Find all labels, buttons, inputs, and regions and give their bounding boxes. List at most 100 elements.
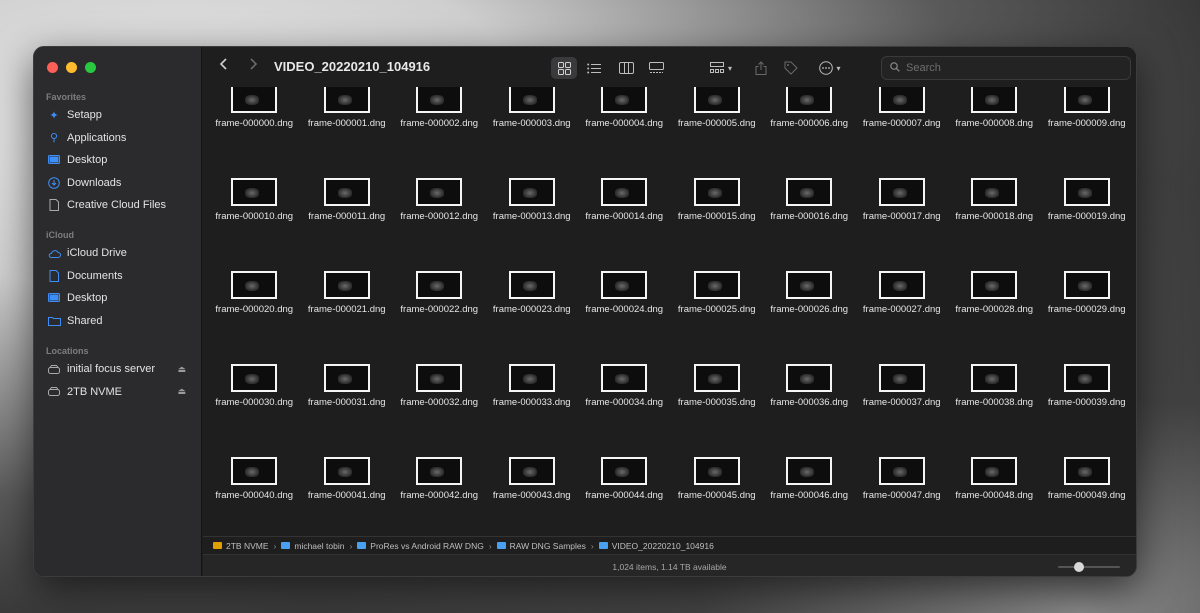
file-item[interactable]: frame-000045.dng xyxy=(671,417,764,510)
thumbnail-image xyxy=(233,273,276,297)
path-segment[interactable]: 2TB NVME xyxy=(213,541,269,551)
icon-size-slider[interactable] xyxy=(1058,562,1120,572)
file-item[interactable]: frame-000046.dng xyxy=(763,417,856,510)
file-item[interactable]: frame-000001.dng xyxy=(301,87,394,138)
file-item[interactable]: frame-000029.dng xyxy=(1041,231,1134,324)
file-item[interactable]: frame-000028.dng xyxy=(948,231,1041,324)
gallery-view-button[interactable] xyxy=(643,57,669,79)
file-item[interactable]: frame-000049.dng xyxy=(1041,417,1134,510)
file-item[interactable]: frame-000036.dng xyxy=(763,324,856,417)
file-item[interactable]: frame-000034.dng xyxy=(578,324,671,417)
file-item[interactable]: frame-000026.dng xyxy=(763,231,856,324)
file-item[interactable]: frame-000010.dng xyxy=(208,138,301,231)
sidebar-item-documents[interactable]: Documents xyxy=(34,265,202,288)
file-item[interactable]: frame-000027.dng xyxy=(856,231,949,324)
file-item[interactable]: frame-000021.dng xyxy=(301,231,394,324)
file-item[interactable]: frame-000041.dng xyxy=(301,417,394,510)
action-menu-button[interactable]: ▾ xyxy=(813,57,847,79)
file-item[interactable]: frame-000017.dng xyxy=(856,138,949,231)
file-name: frame-000039.dng xyxy=(1047,397,1126,408)
file-name: frame-000014.dng xyxy=(585,211,664,222)
file-item[interactable]: frame-000031.dng xyxy=(301,324,394,417)
eject-icon[interactable]: ⏏ xyxy=(177,364,186,375)
file-item[interactable]: frame-000047.dng xyxy=(856,417,949,510)
zoom-button[interactable] xyxy=(85,62,96,73)
file-item[interactable]: frame-000008.dng xyxy=(948,87,1041,138)
path-segment[interactable]: RAW DNG Samples xyxy=(496,541,586,551)
file-item[interactable]: frame-000003.dng xyxy=(486,87,579,138)
chevron-right-icon[interactable] xyxy=(248,57,258,76)
sidebar-item-shared[interactable]: Shared xyxy=(34,310,202,333)
file-item[interactable]: frame-000033.dng xyxy=(486,324,579,417)
file-item[interactable]: frame-000012.dng xyxy=(393,138,486,231)
path-segment[interactable]: michael tobin xyxy=(281,541,344,551)
slider-knob[interactable] xyxy=(1073,562,1084,572)
share-button[interactable] xyxy=(750,57,772,79)
file-thumbnail xyxy=(231,271,278,299)
sidebar-item-creative-cloud-files[interactable]: Creative Cloud Files xyxy=(34,194,202,217)
file-item[interactable]: frame-000005.dng xyxy=(671,87,764,138)
desktop-icon xyxy=(47,153,61,167)
file-item[interactable]: frame-000043.dng xyxy=(486,417,579,510)
search-input[interactable] xyxy=(906,62,1106,74)
file-item[interactable]: frame-000038.dng xyxy=(948,324,1041,417)
icon-view-button[interactable] xyxy=(551,57,577,79)
file-item[interactable]: frame-000019.dng xyxy=(1041,138,1134,231)
thumbnail-image xyxy=(973,273,1016,297)
sidebar-item-icloud-desktop[interactable]: Desktop xyxy=(34,287,202,310)
file-item[interactable]: frame-000016.dng xyxy=(763,138,856,231)
file-thumbnail xyxy=(416,364,463,392)
gallery-view-icon xyxy=(648,62,664,73)
file-item[interactable]: frame-000032.dng xyxy=(393,324,486,417)
path-segment[interactable]: VIDEO_20220210_104916 xyxy=(598,541,714,551)
file-item[interactable]: frame-000009.dng xyxy=(1041,87,1134,138)
file-item[interactable]: frame-000020.dng xyxy=(208,231,301,324)
file-item[interactable]: frame-000037.dng xyxy=(856,324,949,417)
column-view-button[interactable] xyxy=(613,57,639,79)
file-item[interactable]: frame-000025.dng xyxy=(671,231,764,324)
search-field[interactable] xyxy=(881,56,1131,80)
file-name: frame-000045.dng xyxy=(677,490,756,501)
sidebar-item-icloud-drive[interactable]: iCloud Drive xyxy=(34,242,202,265)
file-item[interactable]: frame-000014.dng xyxy=(578,138,671,231)
file-item[interactable]: frame-000035.dng xyxy=(671,324,764,417)
sidebar-item-applications[interactable]: ⚲ Applications xyxy=(34,127,202,150)
file-thumbnail xyxy=(971,457,1018,485)
file-name: frame-000025.dng xyxy=(677,304,756,315)
thumbnail-image xyxy=(603,366,646,390)
file-item[interactable]: frame-000004.dng xyxy=(578,87,671,138)
sidebar-item-downloads[interactable]: Downloads xyxy=(34,172,202,195)
sidebar-item-label: 2TB NVME xyxy=(67,385,123,398)
file-item[interactable]: frame-000013.dng xyxy=(486,138,579,231)
group-button[interactable]: ▾ xyxy=(703,57,739,79)
file-item[interactable]: frame-000042.dng xyxy=(393,417,486,510)
file-item[interactable]: frame-000007.dng xyxy=(856,87,949,138)
file-item[interactable]: frame-000011.dng xyxy=(301,138,394,231)
eject-icon[interactable]: ⏏ xyxy=(177,386,186,397)
file-item[interactable]: frame-000000.dng xyxy=(208,87,301,138)
file-item[interactable]: frame-000006.dng xyxy=(763,87,856,138)
path-segment[interactable]: ProRes vs Android RAW DNG xyxy=(357,541,484,551)
list-view-button[interactable] xyxy=(581,57,607,79)
file-item[interactable]: frame-000002.dng xyxy=(393,87,486,138)
sidebar-item-desktop[interactable]: Desktop xyxy=(34,149,202,172)
tag-button[interactable] xyxy=(780,57,802,79)
sidebar-item-2tb-nvme[interactable]: 2TB NVME ⏏ xyxy=(34,381,202,404)
file-item[interactable]: frame-000022.dng xyxy=(393,231,486,324)
close-button[interactable] xyxy=(47,62,58,73)
file-item[interactable]: frame-000015.dng xyxy=(671,138,764,231)
sidebar-item-setapp[interactable]: ✦ Setapp xyxy=(34,104,202,127)
sidebar-item-initial-focus-server[interactable]: initial focus server ⏏ xyxy=(34,358,202,381)
file-item[interactable]: frame-000024.dng xyxy=(578,231,671,324)
minimize-button[interactable] xyxy=(66,62,77,73)
file-item[interactable]: frame-000023.dng xyxy=(486,231,579,324)
file-item[interactable]: frame-000018.dng xyxy=(948,138,1041,231)
path-segment-label: ProRes vs Android RAW DNG xyxy=(370,540,484,551)
file-item[interactable]: frame-000039.dng xyxy=(1041,324,1134,417)
file-item[interactable]: frame-000048.dng xyxy=(948,417,1041,510)
file-item[interactable]: frame-000030.dng xyxy=(208,324,301,417)
chevron-left-icon[interactable] xyxy=(219,57,229,76)
file-item[interactable]: frame-000040.dng xyxy=(208,417,301,510)
file-item[interactable]: frame-000044.dng xyxy=(578,417,671,510)
chevron-down-icon: ▾ xyxy=(727,63,732,73)
